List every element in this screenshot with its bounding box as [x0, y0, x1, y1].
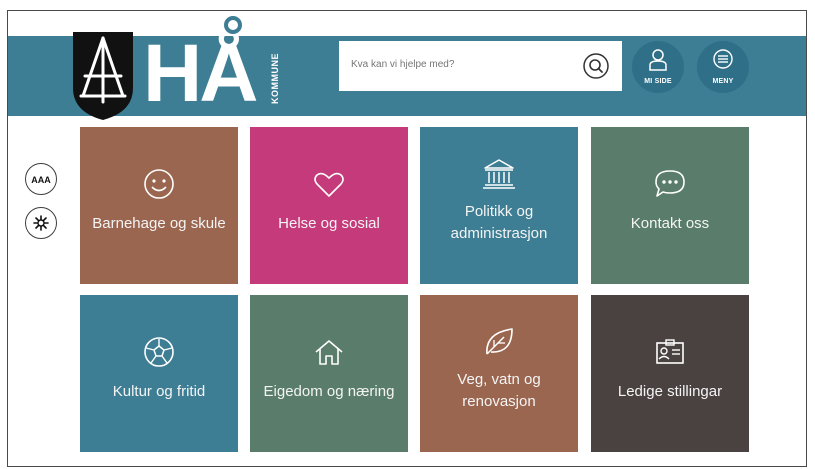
tile-label-line1: Politikk og	[464, 203, 534, 220]
contrast-icon	[33, 215, 49, 231]
menu-button[interactable]: MENY	[697, 41, 749, 93]
tile-helse-og-sosial[interactable]: Helse og sosial	[250, 127, 408, 284]
tile-kontakt-oss[interactable]: Kontakt oss	[591, 127, 749, 284]
house-icon	[315, 340, 343, 365]
tile-eigedom-og-naering[interactable]: Eigedom og næring	[250, 295, 408, 452]
hamburger-icon	[713, 49, 733, 69]
tile-label: Barnehage og skule	[92, 215, 226, 232]
tile-label-line1: Veg, vatn og	[457, 371, 541, 388]
smiley-icon	[144, 169, 174, 199]
page-frame: HÅ KOMMUNE MI SIDE MENY AAA	[7, 10, 807, 467]
svg-text:AAA: AAA	[31, 175, 51, 185]
tile-ledige-stillingar[interactable]: Ledige stillingar	[591, 295, 749, 452]
ha-kommune-wordmark[interactable]: HÅ KOMMUNE	[143, 16, 283, 111]
tile-label-line2: administrasjon	[450, 225, 548, 242]
chat-bubble-icon	[655, 170, 685, 197]
font-size-icon: AAA	[31, 175, 51, 185]
search-icon[interactable]	[582, 52, 610, 80]
coat-of-arms-logo[interactable]	[73, 32, 133, 120]
tile-label: Ledige stillingar	[617, 383, 723, 400]
tile-label: Kontakt oss	[630, 215, 710, 232]
menu-label: MENY	[712, 78, 734, 85]
brand-sub-text: KOMMUNE	[270, 53, 280, 104]
my-page-button[interactable]: MI SIDE	[632, 41, 684, 93]
tile-barnehage-og-skule[interactable]: Barnehage og skule	[80, 127, 238, 284]
tile-label: Helse og sosial	[278, 215, 380, 232]
leaf-icon	[486, 328, 513, 355]
tile-veg-vatn-og-renovasjon[interactable]: Veg, vatn og renovasjon	[420, 295, 578, 452]
town-hall-icon	[483, 159, 515, 189]
tile-kultur-og-fritid[interactable]: Kultur og fritid	[80, 295, 238, 452]
football-icon	[144, 337, 174, 367]
brand-text: HÅ	[143, 28, 257, 111]
my-page-label: MI SIDE	[644, 78, 672, 85]
search-box[interactable]	[339, 41, 622, 91]
id-card-icon	[656, 339, 684, 364]
tile-label: Eigedom og næring	[263, 383, 395, 400]
contrast-button[interactable]	[25, 207, 57, 239]
search-input[interactable]	[349, 58, 573, 71]
tile-label-line2: renovasjon	[462, 393, 536, 410]
user-icon	[649, 49, 667, 71]
tile-label: Kultur og fritid	[112, 383, 206, 400]
heart-icon	[314, 172, 344, 197]
font-size-button[interactable]: AAA	[25, 163, 57, 195]
tile-politikk-og-administrasjon[interactable]: Politikk og administrasjon	[420, 127, 578, 284]
